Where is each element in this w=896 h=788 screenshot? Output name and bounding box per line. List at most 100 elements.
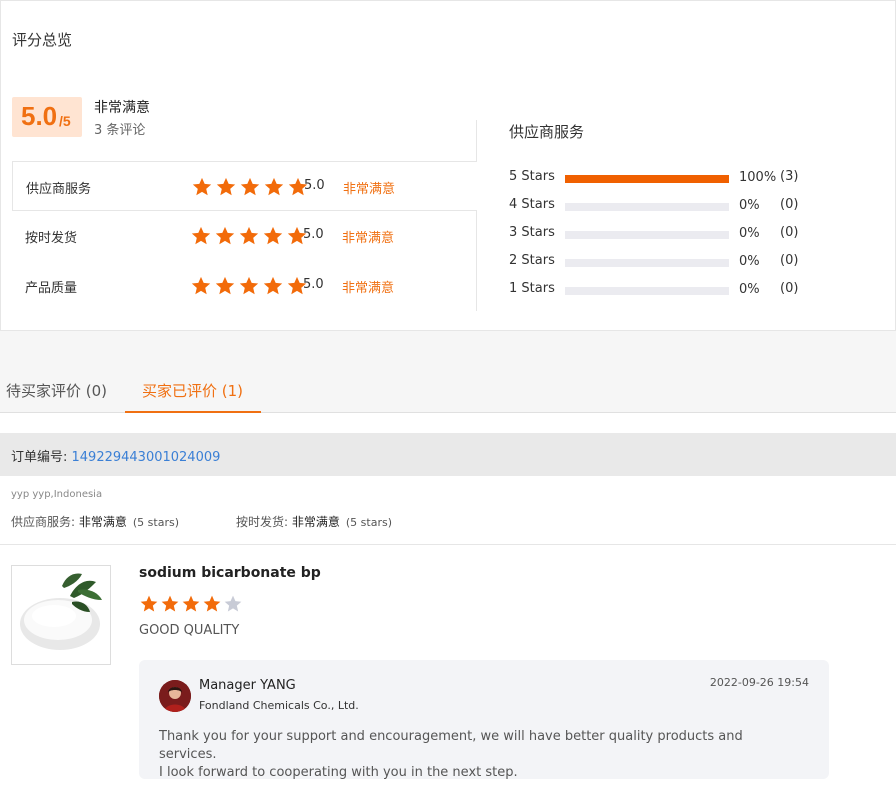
distribution-label: 5 Stars [509, 169, 555, 184]
distribution-row: 5 Stars 100% (3) [509, 167, 809, 195]
meta-value: 非常满意 [78, 515, 127, 529]
reply-company: Fondland Chemicals Co., Ltd. [199, 699, 359, 712]
reply-line: I look forward to cooperating with you i… [159, 765, 518, 780]
distribution-count: (0) [780, 281, 799, 296]
avatar-image [159, 680, 191, 712]
rating-value: 5.0 [303, 227, 324, 242]
meta-stars: (5 stars) [132, 516, 179, 529]
section-title: 评分总览 [12, 31, 73, 49]
reply-line: Thank you for your support and encourage… [159, 729, 743, 762]
rating-row-product-quality[interactable]: 产品质量 5.0 非常满意 [12, 261, 477, 311]
order-number-row: 订单编号: 149229443001024009 [11, 446, 220, 465]
tabs-bar [0, 331, 896, 413]
reply-body: Thank you for your support and encourage… [159, 728, 799, 782]
tab-completed-reviews[interactable]: 买家已评价 (1) [142, 380, 243, 401]
tab-pending-reviews[interactable]: 待买家评价 (0) [6, 380, 107, 401]
overall-score-max: /5 [59, 113, 71, 129]
star-filled-icon [191, 276, 211, 295]
rating-label: 产品质量 [25, 281, 78, 296]
avatar [159, 680, 191, 712]
meta-value: 非常满意 [291, 515, 340, 529]
distribution-row: 1 Stars 0% (0) [509, 279, 809, 307]
meta-key: 供应商服务: [11, 515, 79, 529]
overall-score-badge: 5.0 /5 [12, 97, 82, 137]
star-filled-icon [216, 177, 236, 196]
distribution-count: (0) [780, 253, 799, 268]
product-name[interactable]: sodium bicarbonate bp [139, 565, 321, 581]
star-filled-icon [203, 595, 221, 612]
distribution-count: (3) [780, 169, 799, 184]
star-filled-icon [215, 226, 235, 245]
meta-stars: (5 stars) [345, 516, 392, 529]
review-star-rating [139, 594, 243, 614]
distribution-bar [565, 287, 729, 295]
star-filled-icon [191, 226, 211, 245]
distribution-title: 供应商服务 [509, 123, 585, 141]
rating-value: 5.0 [303, 277, 324, 292]
star-filled-icon [239, 226, 259, 245]
distribution-label: 2 Stars [509, 253, 555, 268]
rating-overview-panel: 评分总览 5.0 /5 非常满意 3 条评论 供应商服务 5.0 非常满意 按时… [0, 0, 896, 331]
service-rating-meta: 供应商服务: 非常满意 (5 stars) [11, 513, 179, 530]
distribution-row: 4 Stars 0% (0) [509, 195, 809, 223]
rating-text: 非常满意 [342, 231, 395, 246]
overall-score-label: 非常满意 [94, 100, 150, 116]
distribution-label: 1 Stars [509, 281, 555, 296]
divider [0, 544, 896, 545]
star-filled-icon [192, 177, 212, 196]
distribution-label: 4 Stars [509, 197, 555, 212]
rating-text: 非常满意 [343, 182, 396, 197]
supplier-reply: Manager YANG Fondland Chemicals Co., Ltd… [139, 660, 829, 782]
rating-row-supplier-service[interactable]: 供应商服务 5.0 非常满意 [12, 161, 477, 211]
star-filled-icon [264, 177, 284, 196]
product-thumbnail[interactable] [11, 565, 111, 665]
distribution-row: 2 Stars 0% (0) [509, 251, 809, 279]
buyer-info: yyp yyp,Indonesia [11, 489, 103, 500]
star-rating [191, 176, 309, 198]
active-tab-indicator [125, 411, 261, 413]
rating-row-on-time-delivery[interactable]: 按时发货 5.0 非常满意 [12, 211, 477, 261]
star-filled-icon [215, 276, 235, 295]
reply-author-name: Manager YANG [199, 678, 296, 693]
review-count: 3 条评论 [94, 123, 146, 138]
star-distribution: 5 Stars 100% (3) 4 Stars 0% (0) 3 Stars … [509, 167, 809, 307]
star-filled-icon [182, 595, 200, 612]
star-rating [190, 225, 308, 247]
distribution-percent: 100% [739, 170, 777, 185]
distribution-percent: 0% [739, 254, 760, 269]
meta-key: 按时发货: [236, 515, 292, 529]
rating-text: 非常满意 [342, 281, 395, 296]
distribution-percent: 0% [739, 282, 760, 297]
distribution-bar [565, 259, 729, 267]
distribution-count: (0) [780, 225, 799, 240]
star-filled-icon [263, 226, 283, 245]
star-filled-icon [239, 276, 259, 295]
distribution-percent: 0% [739, 226, 760, 241]
overall-score: 5.0 [21, 101, 58, 131]
review-text: GOOD QUALITY [139, 623, 240, 638]
rating-value: 5.0 [304, 178, 325, 193]
distribution-bar [565, 203, 729, 211]
category-ratings: 供应商服务 5.0 非常满意 按时发货 5.0 非常满意 产品质量 5.0 非常… [12, 161, 477, 311]
star-filled-icon [240, 177, 260, 196]
star-filled-icon [161, 595, 179, 612]
distribution-row: 3 Stars 0% (0) [509, 223, 809, 251]
star-empty-icon [224, 595, 242, 612]
order-number-label: 订单编号: [11, 450, 72, 465]
star-filled-icon [263, 276, 283, 295]
delivery-rating-meta: 按时发货: 非常满意 (5 stars) [236, 513, 392, 530]
star-filled-icon [140, 595, 158, 612]
order-header: 订单编号: 149229443001024009 [0, 433, 896, 476]
product-image [20, 573, 102, 650]
distribution-count: (0) [780, 197, 799, 212]
distribution-percent: 0% [739, 198, 760, 213]
reply-timestamp: 2022-09-26 19:54 [709, 676, 809, 689]
rating-label: 按时发货 [25, 231, 78, 246]
rating-label: 供应商服务 [26, 182, 92, 197]
order-number-link[interactable]: 149229443001024009 [72, 450, 221, 465]
distribution-label: 3 Stars [509, 225, 555, 240]
distribution-bar-fill [565, 175, 729, 183]
distribution-bar [565, 231, 729, 239]
star-rating [190, 275, 308, 297]
distribution-bar [565, 175, 729, 183]
